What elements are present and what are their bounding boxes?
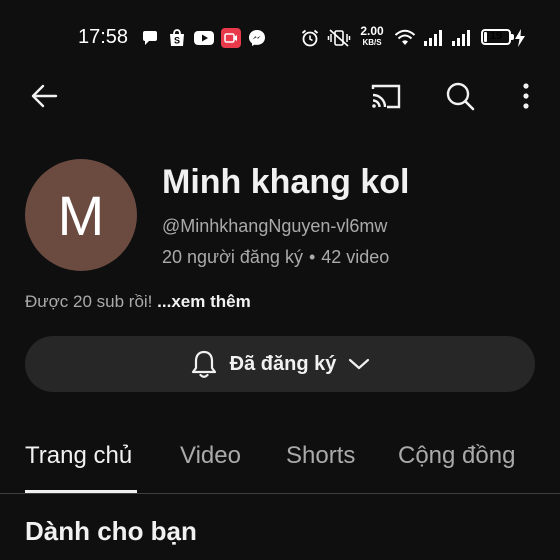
- channel-handle: @MinhkhangNguyen-vl6mw: [162, 216, 388, 236]
- channel-avatar[interactable]: M: [25, 159, 137, 271]
- back-arrow-icon: [31, 84, 58, 108]
- charging-icon: [515, 29, 525, 47]
- stats-separator: •: [308, 247, 316, 267]
- more-options-button[interactable]: [504, 74, 548, 118]
- cast-icon: [371, 84, 401, 109]
- network-speed-unit: KB/S: [362, 38, 382, 47]
- vibrate-icon: [327, 29, 351, 47]
- channel-stats: 20 người đăng ký • 42 video: [162, 247, 389, 268]
- subscriber-count: 20 người đăng ký: [162, 247, 303, 267]
- see-more-link[interactable]: ...xem thêm: [157, 292, 251, 311]
- back-button[interactable]: [22, 74, 66, 118]
- network-speed: 2.00 KB/S: [356, 24, 388, 48]
- signal-icon: [424, 30, 442, 46]
- youtube-icon: [194, 31, 214, 45]
- screen-record-icon: [221, 28, 241, 48]
- subscribed-button[interactable]: Đã đăng ký: [25, 336, 535, 392]
- search-button[interactable]: [438, 74, 482, 118]
- tab-shorts[interactable]: Shorts: [286, 442, 355, 470]
- tabs-divider: [0, 493, 560, 494]
- section-title: Dành cho bạn: [25, 516, 197, 546]
- video-count: 42 video: [321, 247, 390, 267]
- bell-icon: [191, 350, 216, 378]
- cast-button[interactable]: [364, 74, 408, 118]
- tab-videos[interactable]: Video: [180, 442, 241, 470]
- avatar-letter: M: [57, 183, 105, 247]
- network-speed-value: 2.00: [360, 24, 384, 38]
- search-icon: [446, 82, 475, 111]
- chevron-down-icon: [349, 358, 370, 370]
- channel-description[interactable]: Được 20 sub rồi! ...xem thêm: [25, 292, 251, 312]
- battery-level: 19: [489, 30, 503, 42]
- description-text: Được 20 sub rồi!: [25, 292, 153, 311]
- battery-indicator: 19: [481, 29, 511, 45]
- signal-icon: [452, 30, 470, 46]
- alarm-icon: [301, 29, 319, 47]
- wifi-icon: [394, 29, 416, 45]
- channel-name: Minh khang kol: [162, 163, 410, 201]
- shopee-icon: S: [170, 29, 184, 46]
- subscribed-label: Đã đăng ký: [229, 352, 337, 375]
- status-time: 17:58: [78, 26, 129, 48]
- messenger-icon: [249, 30, 265, 46]
- tab-home[interactable]: Trang chủ: [25, 442, 132, 470]
- tab-community[interactable]: Cộng đồng: [398, 442, 515, 470]
- more-vertical-icon: [523, 83, 529, 109]
- svg-text:S: S: [174, 36, 180, 46]
- chat-icon: [143, 31, 157, 45]
